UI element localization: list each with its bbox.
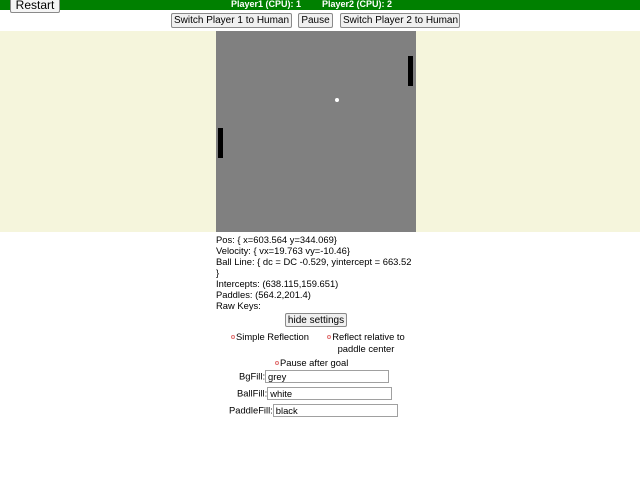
right-paddle [408,56,413,86]
court-background [216,31,416,232]
simple-reflection-label: Simple Reflection [236,331,309,343]
pause-button[interactable]: Pause [298,13,333,28]
ballfill-field: BallFill: [237,387,393,401]
paddlefill-label: PaddleFill: [229,404,273,416]
pos-readout: Pos: { x=603.564 y=344.069} [216,234,337,245]
ball [335,98,339,102]
game-court[interactable] [216,31,416,232]
player1-score: Player1 (CPU): 1 [231,0,302,9]
bgfill-input[interactable] [265,370,390,384]
switch-player2-button[interactable]: Switch Player 2 to Human [340,13,460,28]
player2-score: Player2 (CPU): 2 [322,0,393,9]
control-buttons: Switch Player 1 to Human Pause Switch Pl… [0,13,640,29]
radio-icon[interactable] [231,334,235,339]
intercepts-readout: Intercepts: (638.115,159.651) [216,278,339,289]
ballfill-input[interactable] [267,387,393,401]
ball-line-readout: Ball Line: { dc = DC -0.529, yintercept … [216,256,412,278]
radio-icon[interactable] [327,334,332,339]
switch-player1-button[interactable]: Switch Player 1 to Human [171,13,292,28]
left-paddle [218,128,223,158]
checkbox-icon[interactable] [275,360,279,365]
bgfill-field: BgFill: [239,370,390,384]
paddlefill-field: PaddleFill: [229,404,398,418]
paddlefill-input[interactable] [272,404,398,418]
score-bar [0,0,640,10]
pause-after-goal-option[interactable]: Pause after goal [275,356,348,368]
reflect-paddle-center-label: Reflect relative to paddle center [332,331,405,355]
restart-button[interactable]: Restart [10,0,60,13]
simple-reflection-option[interactable]: Simple Reflection [226,330,309,343]
pause-after-goal-label: Pause after goal [280,357,349,369]
raw-keys-readout: Raw Keys: [216,300,261,311]
paddles-readout: Paddles: (564.2,201.4) [216,289,311,300]
bgfill-label: BgFill: [239,370,266,382]
reflection-options: Simple Reflection Reflect relative to pa… [226,330,416,354]
hide-settings-button[interactable]: hide settings [285,313,347,327]
game-area [0,31,640,232]
reflect-paddle-center-option[interactable]: Reflect relative to paddle center [316,330,416,354]
ballfill-label: BallFill: [237,387,268,399]
velocity-readout: Velocity: { vx=19.763 vy=-10.46} [216,245,350,256]
debug-info: Pos: { x=603.564 y=344.069} Velocity: { … [216,234,416,311]
